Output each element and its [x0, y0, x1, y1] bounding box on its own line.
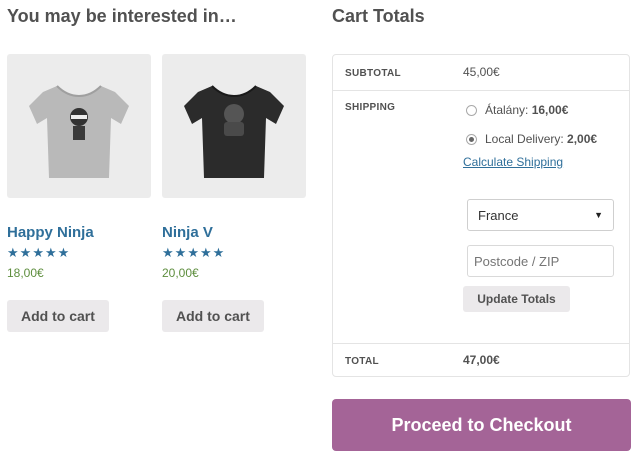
tshirt-image [184, 85, 284, 178]
shipping-option-label: Átalány: 16,00€ [485, 103, 569, 117]
row-divider [333, 343, 629, 344]
cart-totals-table: SUBTOTAL 45,00€ SHIPPING Átalány: 16,00€… [332, 54, 630, 377]
shipping-label: SHIPPING [345, 102, 396, 113]
radio-button-selected[interactable] [466, 133, 477, 145]
shipping-option-local-delivery[interactable]: Local Delivery: 2,00€ [466, 132, 597, 146]
product-name[interactable]: Ninja V [162, 224, 306, 241]
star-rating: ★ ★ ★ ★ ★ [162, 246, 306, 260]
add-to-cart-button[interactable]: Add to cart [7, 300, 109, 332]
upsells-title: You may be interested in… [7, 6, 237, 26]
star-icon: ★ [199, 245, 212, 260]
subtotal-label: SUBTOTAL [345, 68, 401, 79]
product-card-happy-ninja: Happy Ninja ★ ★ ★ ★ ★ 18,00€ Add to cart [7, 54, 151, 332]
product-name[interactable]: Happy Ninja [7, 224, 151, 241]
total-value: 47,00€ [463, 353, 500, 367]
star-icon: ★ [57, 245, 70, 260]
country-select[interactable]: France ▼ [467, 199, 614, 231]
chevron-down-icon: ▼ [594, 210, 603, 220]
shipping-option-label: Local Delivery: 2,00€ [485, 132, 598, 146]
cart-totals-title: Cart Totals [332, 6, 425, 26]
update-totals-button[interactable]: Update Totals [463, 286, 570, 312]
calculate-shipping-link[interactable]: Calculate Shipping [463, 155, 563, 169]
star-icon: ★ [187, 245, 199, 260]
product-price: 20,00€ [162, 266, 199, 280]
tshirt-image [29, 85, 129, 178]
total-label: TOTAL [345, 356, 379, 367]
star-rating: ★ ★ ★ ★ ★ [7, 246, 151, 260]
star-icon: ★ [44, 245, 57, 260]
star-icon: ★ [19, 245, 32, 260]
star-icon: ★ [174, 245, 187, 260]
country-select-value: France [478, 207, 519, 223]
product-image[interactable] [7, 54, 151, 198]
radio-button[interactable] [466, 104, 477, 116]
star-icon: ★ [162, 245, 174, 260]
proceed-to-checkout-button[interactable]: Proceed to Checkout [332, 399, 631, 451]
star-icon: ★ [212, 245, 225, 260]
row-divider [333, 90, 629, 91]
subtotal-value: 45,00€ [463, 65, 500, 79]
product-price: 18,00€ [7, 266, 44, 280]
star-icon: ★ [32, 245, 44, 260]
product-card-ninja-v: Ninja V ★ ★ ★ ★ ★ 20,00€ Add to cart [162, 54, 306, 332]
postcode-input[interactable] [467, 245, 614, 277]
product-image[interactable] [162, 54, 306, 198]
add-to-cart-button[interactable]: Add to cart [162, 300, 264, 332]
shipping-option-atalany[interactable]: Átalány: 16,00€ [466, 103, 568, 117]
star-icon: ★ [7, 245, 19, 260]
